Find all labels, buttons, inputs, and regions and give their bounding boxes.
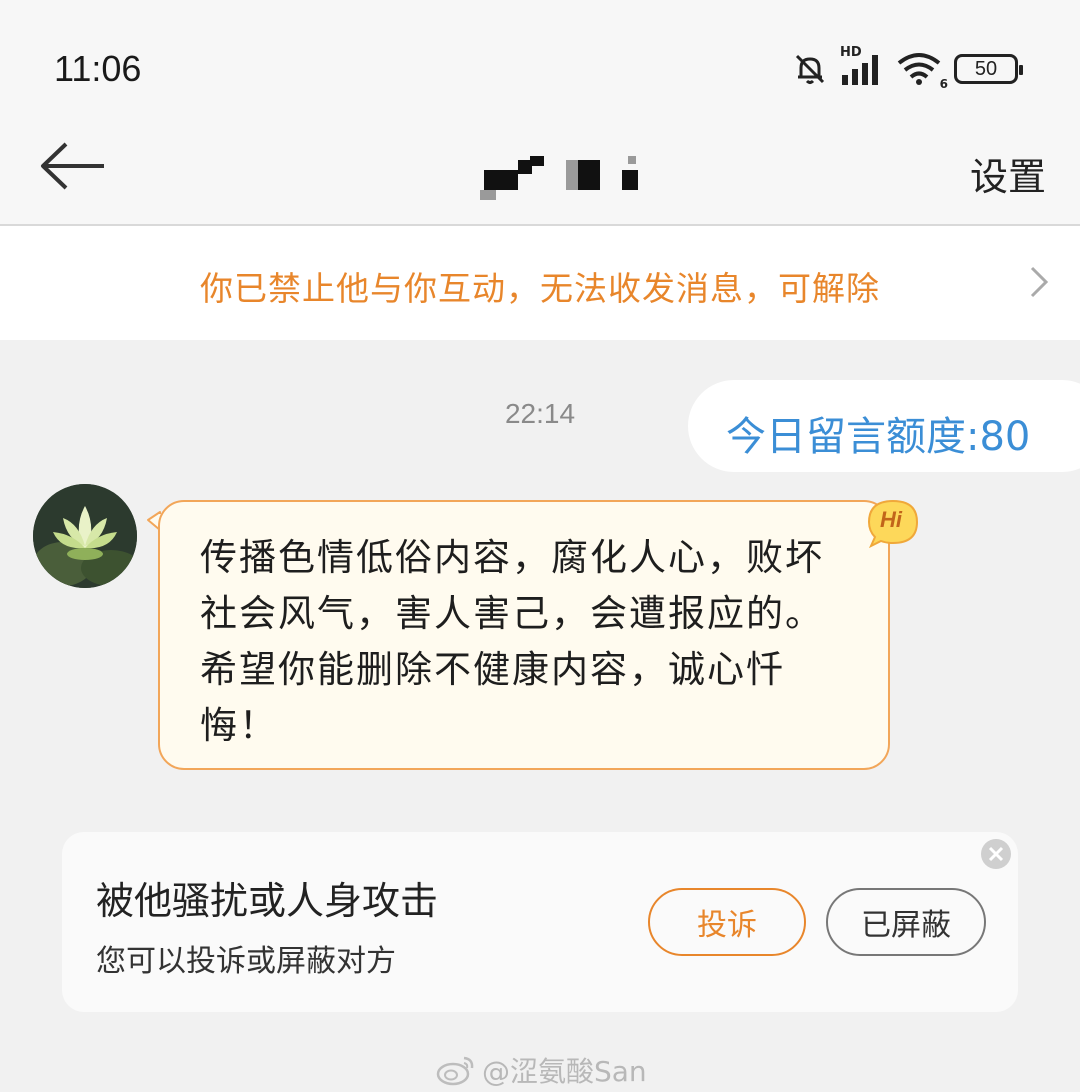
chevron-right-icon bbox=[1030, 266, 1049, 298]
close-icon[interactable] bbox=[980, 838, 1012, 870]
quota-text: 今日留言额度:80 bbox=[726, 414, 1031, 460]
incoming-message-text: 传播色情低俗内容，腐化人心，败坏社会风气，害人害己，会遭报应的。希望你能删除不健… bbox=[200, 536, 824, 747]
wifi-icon: 6 bbox=[896, 51, 948, 91]
message-timestamp: 22:14 bbox=[504, 398, 576, 429]
weibo-watermark: @涩氨酸San bbox=[436, 1050, 647, 1090]
status-time: 11:06 bbox=[54, 48, 142, 89]
status-icons: HD 6 50 bbox=[792, 45, 1023, 91]
report-card-subtitle: 您可以投诉或屏蔽对方 bbox=[96, 944, 396, 979]
hi-badge-text: Hi bbox=[880, 507, 902, 532]
battery-icon: 50 bbox=[954, 54, 1023, 84]
report-button[interactable]: 投诉 bbox=[648, 888, 806, 956]
arrow-left-icon bbox=[41, 142, 104, 190]
chat-partner-name-redacted bbox=[478, 156, 642, 200]
signal-icon: HD bbox=[840, 45, 884, 87]
bell-muted-icon bbox=[795, 54, 825, 84]
harassment-report-card: 被他骚扰或人身攻击 您可以投诉或屏蔽对方 投诉 已屏蔽 bbox=[62, 832, 1018, 1012]
watermark-text: @涩氨酸San bbox=[482, 1055, 647, 1088]
blocked-banner-text: 你已禁止他与你互动，无法收发消息，可解除 bbox=[200, 269, 880, 308]
hi-badge: Hi bbox=[866, 498, 920, 552]
avatar[interactable] bbox=[33, 484, 137, 588]
battery-level: 50 bbox=[974, 57, 998, 80]
report-card-title: 被他骚扰或人身攻击 bbox=[96, 879, 439, 923]
weibo-logo-icon bbox=[436, 1056, 474, 1086]
wifi-badge: 6 bbox=[939, 77, 948, 91]
incoming-message-bubble[interactable]: 传播色情低俗内容，腐化人心，败坏社会风气，害人害己，会遭报应的。希望你能删除不健… bbox=[158, 500, 890, 770]
settings-button[interactable]: 设置 bbox=[970, 146, 1046, 201]
blocked-button[interactable]: 已屏蔽 bbox=[826, 888, 986, 956]
nav-bar: 设置 bbox=[0, 120, 1080, 226]
lotus-avatar-image bbox=[33, 484, 137, 588]
quota-bubble: 今日留言额度:80 bbox=[688, 380, 1080, 472]
status-bar: 11:06 HD 6 50 bbox=[0, 0, 1080, 120]
back-button[interactable] bbox=[36, 136, 110, 196]
blocked-banner[interactable]: 你已禁止他与你互动，无法收发消息，可解除 bbox=[0, 226, 1080, 340]
